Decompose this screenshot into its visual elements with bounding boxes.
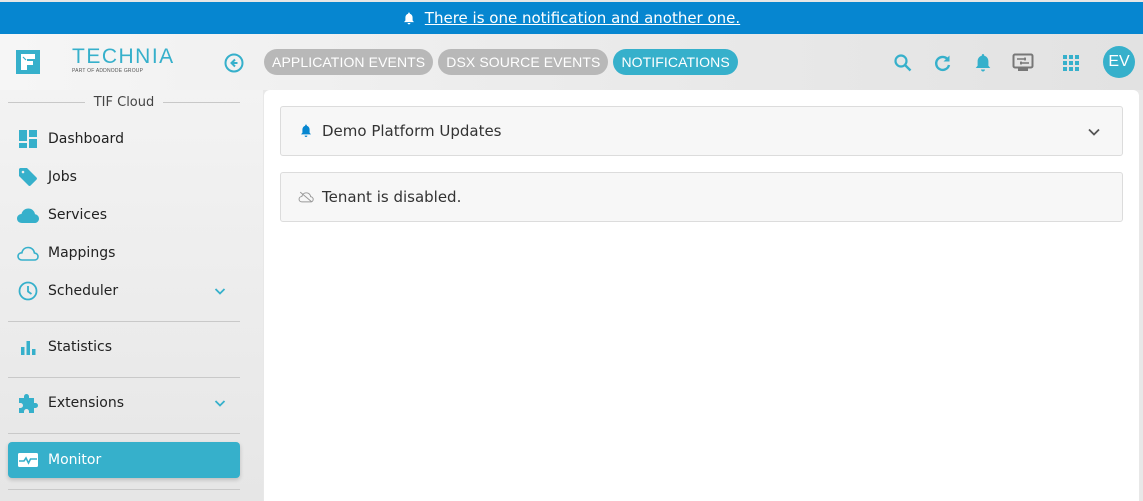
sidebar-item-label: Services: [48, 207, 108, 223]
section-title-text: TIF Cloud: [93, 94, 155, 110]
cloud-filled-icon: [16, 203, 40, 227]
user-avatar[interactable]: EV: [1103, 46, 1135, 78]
chevron-down-icon[interactable]: [212, 395, 228, 411]
sidebar-item-dashboard[interactable]: Dashboard: [8, 121, 240, 157]
sidebar-item-jobs[interactable]: Jobs: [8, 159, 240, 195]
cloud-off-icon: [298, 189, 314, 205]
sidebar-item-label: Mappings: [48, 245, 116, 261]
sidebar-item-label: Scheduler: [48, 283, 119, 299]
top-bar: TECHNIA PART OF ADDNODE GROUP APPLICATIO…: [0, 34, 1143, 90]
search-icon: [894, 54, 912, 72]
sidebar-item-label: Statistics: [48, 339, 112, 355]
divider: [8, 321, 240, 322]
sidebar-item-extensions[interactable]: Extensions: [8, 385, 240, 421]
card-title: Tenant is disabled.: [322, 188, 462, 206]
monitor-settings-button[interactable]: [1012, 52, 1034, 74]
sidebar-item-services[interactable]: Services: [8, 197, 240, 233]
sidebar-item-mappings[interactable]: Mappings: [8, 235, 240, 271]
cloud-outline-icon: [16, 241, 40, 265]
apps-grid-icon: [1063, 55, 1079, 71]
toolbar: [0, 48, 1143, 78]
sidebar-item-label: Dashboard: [48, 131, 124, 147]
sidebar-item-statistics[interactable]: Statistics: [8, 329, 240, 365]
chevron-down-icon[interactable]: [1086, 124, 1102, 140]
chevron-down-icon[interactable]: [212, 283, 228, 299]
notification-link[interactable]: There is one notification and another on…: [425, 9, 740, 27]
sidebar: TIF Cloud Dashboard Jobs Services Mappin…: [0, 90, 263, 501]
sidebar-section-title: TIF Cloud: [8, 94, 240, 110]
bar-chart-icon: [16, 335, 40, 359]
notification-card[interactable]: Demo Platform Updates: [280, 106, 1123, 156]
tag-icon: [16, 165, 40, 189]
apps-button[interactable]: [1060, 52, 1082, 74]
notification-banner: There is one notification and another on…: [0, 0, 1143, 34]
monitor-settings-icon: [1012, 53, 1034, 71]
bell-icon: [975, 54, 991, 72]
main-content: Demo Platform Updates Tenant is disabled…: [264, 90, 1139, 501]
sidebar-item-label: Extensions: [48, 395, 125, 411]
sidebar-item-monitor[interactable]: Monitor: [8, 442, 240, 478]
puzzle-icon: [16, 391, 40, 415]
clock-icon: [16, 279, 40, 303]
bell-icon: [403, 12, 415, 25]
divider: [8, 489, 240, 490]
tenant-status-card: Tenant is disabled.: [280, 172, 1123, 222]
divider: [163, 101, 240, 103]
bell-icon: [298, 123, 314, 139]
card-title: Demo Platform Updates: [322, 122, 502, 140]
notifications-button[interactable]: [972, 52, 994, 74]
monitor-pulse-icon: [16, 448, 40, 472]
sidebar-item-label: Jobs: [48, 169, 77, 185]
refresh-button[interactable]: [932, 52, 954, 74]
divider: [8, 101, 85, 103]
divider: [8, 377, 240, 378]
refresh-icon: [935, 55, 951, 72]
dashboard-icon: [16, 127, 40, 151]
divider: [8, 433, 240, 434]
sidebar-item-label: Monitor: [48, 452, 102, 468]
search-button[interactable]: [892, 52, 914, 74]
sidebar-item-scheduler[interactable]: Scheduler: [8, 273, 240, 309]
